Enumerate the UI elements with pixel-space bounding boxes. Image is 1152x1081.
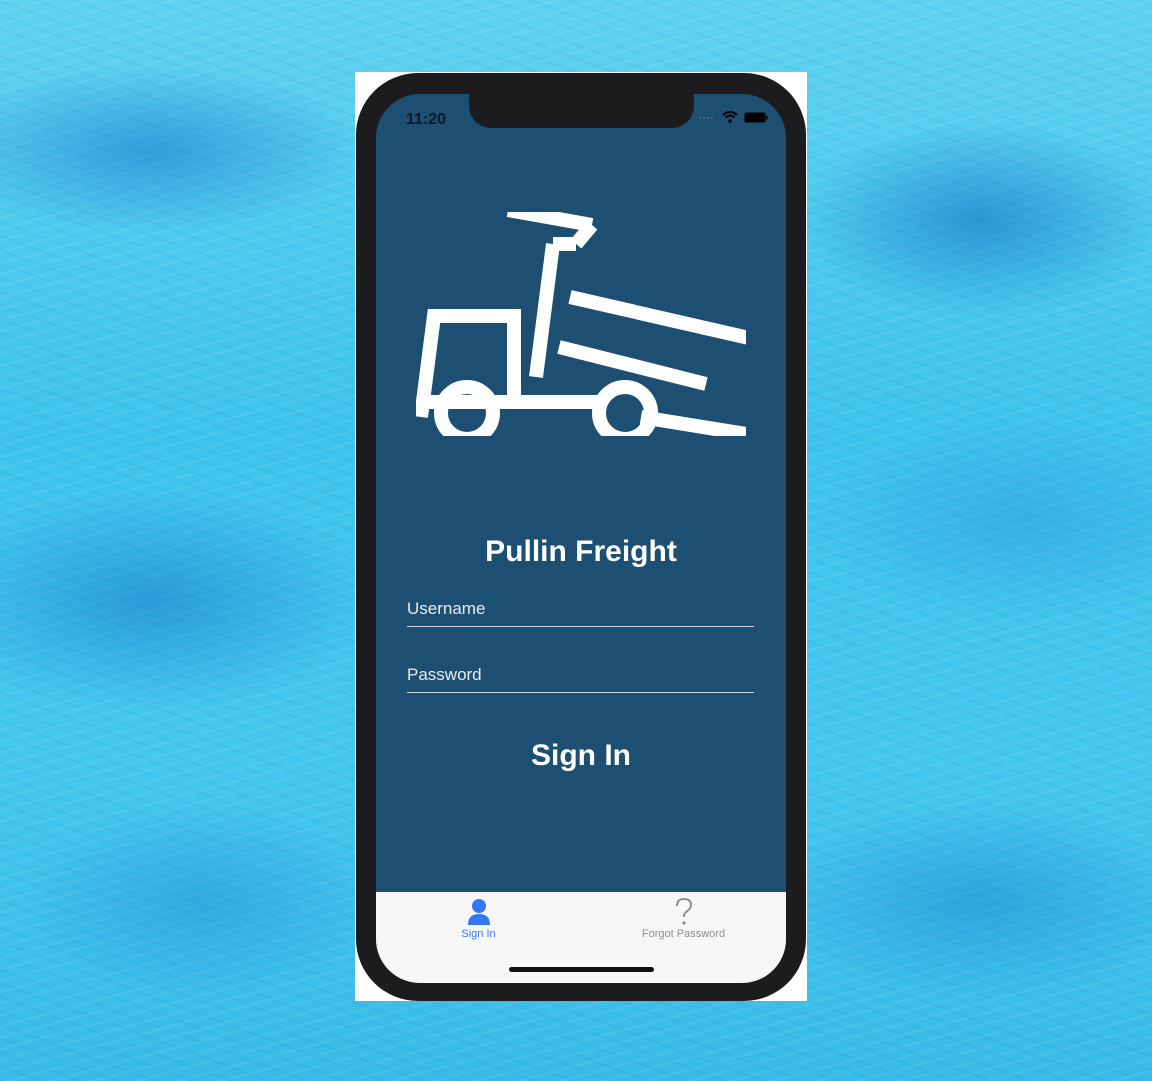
app-title: Pullin Freight bbox=[485, 535, 677, 568]
wifi-icon bbox=[722, 111, 738, 123]
phone-notch bbox=[469, 94, 694, 128]
username-field-container bbox=[407, 594, 754, 627]
tab-forgot-password[interactable]: Forgot Password bbox=[581, 892, 786, 952]
password-field-container bbox=[407, 660, 754, 693]
tab-label: Forgot Password bbox=[641, 928, 726, 940]
tab-bar: Sign In Forgot Password bbox=[376, 892, 786, 983]
tab-sign-in[interactable]: Sign In bbox=[376, 892, 581, 952]
status-icons bbox=[698, 111, 768, 123]
password-input[interactable] bbox=[407, 660, 754, 690]
status-time: 11:20 bbox=[406, 111, 447, 128]
person-icon bbox=[467, 899, 490, 925]
phone-frame: 11:20 Pullin Freight Username Sign In Si… bbox=[356, 73, 806, 1001]
signal-icon bbox=[699, 117, 713, 119]
battery-icon bbox=[744, 112, 768, 122]
dump-truck-icon bbox=[416, 212, 746, 436]
tab-label: Sign In bbox=[461, 928, 496, 940]
sign-in-button[interactable]: Sign In bbox=[481, 734, 681, 778]
home-indicator bbox=[509, 967, 654, 972]
app-screen: 11:20 Pullin Freight Username Sign In Si… bbox=[376, 94, 786, 983]
question-mark-icon bbox=[675, 897, 692, 925]
username-input[interactable] bbox=[407, 594, 754, 624]
